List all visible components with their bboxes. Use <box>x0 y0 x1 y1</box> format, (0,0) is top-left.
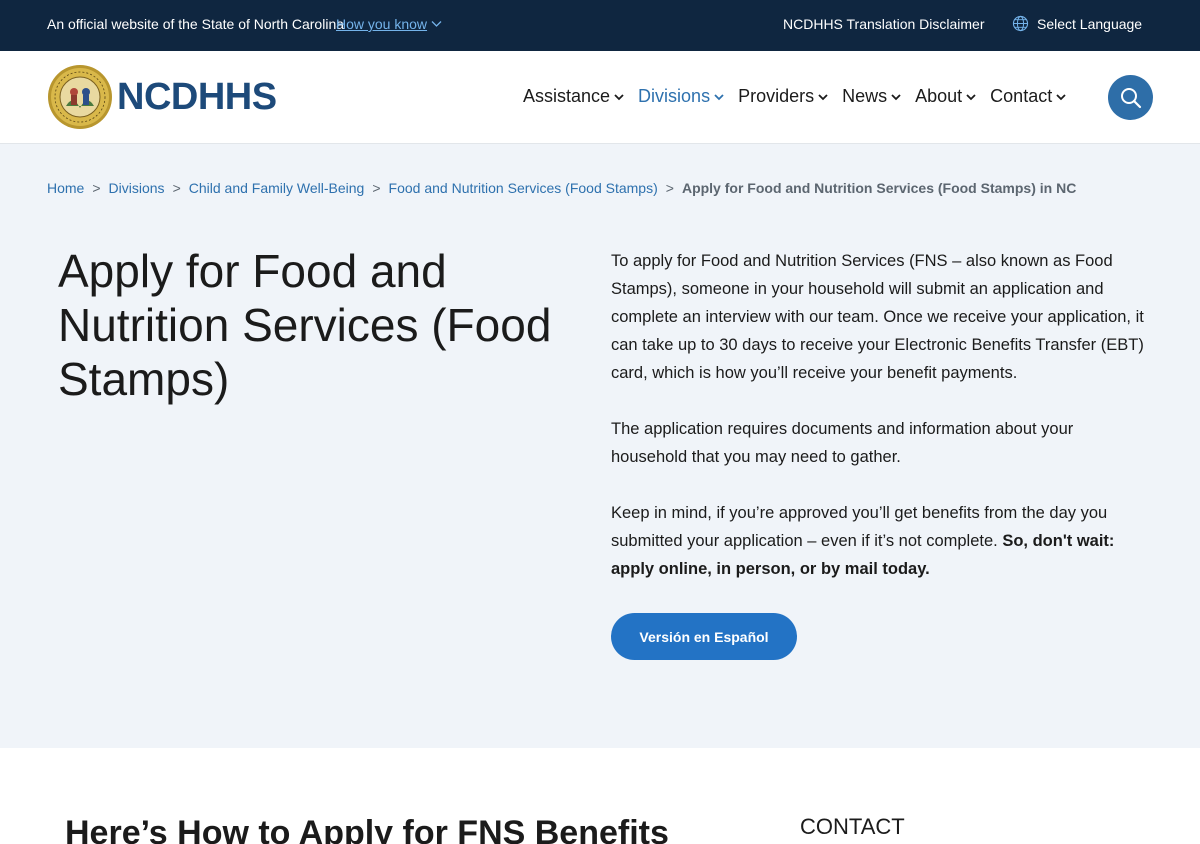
chevron-down-icon <box>966 93 976 100</box>
page-title: Apply for Food and Nutrition Services (F… <box>58 245 552 405</box>
nav-item-contact[interactable]: Contact <box>990 86 1066 107</box>
chevron-down-icon <box>891 93 901 100</box>
select-language-button[interactable]: Select Language <box>1012 15 1142 32</box>
official-site-text: An official website of the State of Nort… <box>47 16 345 32</box>
documents-paragraph: The application requires documents and i… <box>611 420 1074 466</box>
chevron-down-icon <box>1056 93 1066 100</box>
official-banner: An official website of the State of Nort… <box>0 0 1200 51</box>
search-icon <box>1120 87 1141 108</box>
nav-label: Divisions <box>638 86 711 106</box>
breadcrumb-separator: > <box>665 180 674 196</box>
how-you-know-label: How you know <box>336 16 428 32</box>
nav-item-assistance[interactable]: Assistance <box>523 86 624 107</box>
breadcrumb-child-family[interactable]: Child and Family Well-Being <box>189 180 365 196</box>
reminder-paragraph: Keep in mind, if you’re approved you’ll … <box>611 499 1151 583</box>
nav-label: Contact <box>990 86 1053 106</box>
breadcrumb-fns[interactable]: Food and Nutrition Services (Food Stamps… <box>389 180 658 196</box>
main-nav: Assistance Divisions Providers News Abou… <box>523 86 1080 107</box>
state-seal-icon <box>48 65 112 129</box>
breadcrumb-home[interactable]: Home <box>47 180 84 196</box>
chevron-down-icon <box>714 93 724 100</box>
nav-label: News <box>842 86 888 106</box>
select-language-label: Select Language <box>1037 15 1143 32</box>
breadcrumb-divisions[interactable]: Divisions <box>109 180 165 196</box>
nav-label: Assistance <box>523 86 611 106</box>
nav-label: Providers <box>738 86 815 106</box>
how-you-know-link[interactable]: How you know <box>336 16 442 32</box>
contact-heading: CONTACT <box>800 814 905 839</box>
breadcrumb: Home > Divisions > Child and Family Well… <box>47 180 1076 196</box>
hero-description: To apply for Food and Nutrition Services… <box>611 247 1151 611</box>
logo-text: NCDHHS <box>117 75 277 118</box>
translation-disclaimer-link[interactable]: NCDHHS Translation Disclaimer <box>783 16 985 32</box>
chevron-down-icon <box>431 21 442 27</box>
nav-item-news[interactable]: News <box>842 86 901 107</box>
nav-item-divisions[interactable]: Divisions <box>638 86 724 107</box>
section-heading: Here’s How to Apply for FNS Benefits <box>65 814 669 844</box>
intro-paragraph: To apply for Food and Nutrition Services… <box>611 252 1144 382</box>
nav-label: About <box>915 86 963 106</box>
breadcrumb-current: Apply for Food and Nutrition Services (F… <box>681 180 1077 196</box>
chevron-down-icon <box>614 93 624 100</box>
breadcrumb-separator: > <box>172 180 181 196</box>
nav-item-providers[interactable]: Providers <box>738 86 828 107</box>
nav-item-about[interactable]: About <box>915 86 976 107</box>
globe-icon <box>1012 15 1029 32</box>
search-button[interactable] <box>1108 75 1153 120</box>
spanish-version-button[interactable]: Versión en Español <box>611 613 797 660</box>
ncdhhs-logo[interactable]: NCDHHS <box>47 64 277 130</box>
breadcrumb-separator: > <box>372 180 381 196</box>
site-header: NCDHHS Assistance Divisions Providers Ne… <box>0 51 1200 144</box>
breadcrumb-separator: > <box>92 180 101 196</box>
chevron-down-icon <box>818 93 828 100</box>
hero-section: Home > Divisions > Child and Family Well… <box>0 144 1200 748</box>
